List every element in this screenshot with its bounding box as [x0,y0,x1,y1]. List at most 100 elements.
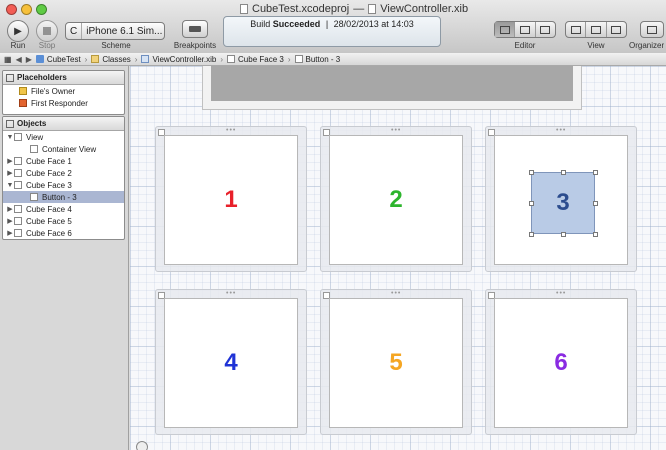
resize-knob[interactable] [561,232,566,237]
cube-face-content[interactable]: 6 [494,298,628,428]
objects-title: Objects [17,119,47,128]
placeholders-header: Placeholders [3,71,124,85]
run-button[interactable]: ▶ [7,20,29,42]
view-segmented-control[interactable] [565,21,627,38]
cube-face-content[interactable]: 1 [164,135,298,265]
outline-item[interactable]: ▼ Cube Face 3 [3,179,124,191]
cube-face-1[interactable]: ••• 1 [155,126,307,272]
resize-knob[interactable] [593,201,598,206]
jumpbar-crumb-group[interactable]: Classes [91,55,131,64]
view-object-icon [14,157,22,165]
canvas-zoom-icon[interactable] [136,441,148,450]
outline-item[interactable]: ▶ Cube Face 5 [3,215,124,227]
resize-knob[interactable] [529,232,534,237]
breakpoint-icon [189,26,201,32]
editor-segmented-control[interactable] [494,21,556,38]
outline-item[interactable]: ▶ Cube Face 2 [3,167,124,179]
outline-item[interactable]: ▶ Cube Face 6 [3,227,124,239]
placeholder-files-owner[interactable]: File's Owner [3,85,124,97]
stop-label: Stop [38,41,56,50]
files-owner-icon [19,87,27,95]
editor-label: Editor [514,41,536,50]
face-number-label: 2 [389,186,403,213]
project-icon [35,55,44,63]
resize-knob[interactable] [529,201,534,206]
build-timestamp: 28/02/2013 at 14:03 [333,19,414,29]
placeholder-first-responder[interactable]: First Responder [3,97,124,109]
disclosure-triangle-icon[interactable]: ▼ [6,182,14,189]
organizer-segment[interactable] [641,22,663,37]
outline-item[interactable]: ▶ Cube Face 4 [3,203,124,215]
outline-item[interactable]: ▼ View [3,131,124,143]
forward-arrow-icon[interactable]: ▶ [26,55,32,64]
container-view[interactable] [202,66,582,110]
resize-knob[interactable] [593,170,598,175]
disclosure-triangle-icon[interactable]: ▶ [6,229,14,237]
outline-item[interactable]: Container View [3,143,124,155]
cube-face-content[interactable]: 3 [494,135,628,265]
jumpbar-crumb-view[interactable]: Cube Face 3 [227,55,284,64]
jumpbar-crumb-file[interactable]: ViewController.xib [141,55,216,64]
close-window-icon[interactable] [6,4,17,15]
breakpoints-button[interactable] [182,20,208,38]
view-object-icon [14,181,22,189]
view-label: View [587,41,605,50]
outline-item-label: View [26,132,44,142]
cube-face-content[interactable]: 4 [164,298,298,428]
disclosure-triangle-icon[interactable]: ▶ [6,157,14,165]
cube-face-2[interactable]: ••• 2 [320,126,472,272]
chevron-right-icon: › [84,54,88,64]
cube-face-content[interactable]: 2 [329,135,463,265]
resize-grip-icon[interactable]: ••• [391,127,401,134]
face-number-label: 5 [389,349,403,376]
cube-face-4[interactable]: ••• 4 [155,289,307,435]
back-arrow-icon[interactable]: ◀ [16,55,22,64]
cube-face-5[interactable]: ••• 5 [320,289,472,435]
stop-button[interactable] [36,20,58,42]
organizer-button[interactable] [640,21,664,38]
selected-button-3[interactable]: 3 [529,170,598,237]
resize-knob[interactable] [561,170,566,175]
minimize-window-icon[interactable] [21,4,32,15]
scheme-popup[interactable]: C iPhone 6.1 Sim... [65,22,165,40]
scheme-device[interactable]: iPhone 6.1 Sim... [82,26,164,37]
resize-grip-icon[interactable]: ••• [556,127,566,134]
cube-face-6[interactable]: ••• 6 [485,289,637,435]
jumpbar-view-label: Cube Face 3 [238,54,284,64]
zoom-window-icon[interactable] [36,4,47,15]
outline-item-label: Cube Face 6 [26,228,72,238]
debug-toggle-segment[interactable] [586,22,607,37]
view-object-icon [14,205,22,213]
resize-grip-icon[interactable]: ••• [226,127,236,134]
disclosure-triangle-icon[interactable]: ▶ [6,169,14,177]
view-object-icon [14,217,22,225]
outline-item[interactable]: ▶ Cube Face 1 [3,155,124,167]
jumpbar-crumb-button[interactable]: Button - 3 [294,55,340,64]
resize-grip-icon[interactable]: ••• [556,290,566,297]
standard-editor-segment[interactable] [495,22,516,37]
cube-face-3[interactable]: ••• 3 [485,126,637,272]
disclosure-triangle-icon[interactable]: ▶ [6,205,14,213]
interface-builder-canvas[interactable]: ••• 1 ••• 2 ••• 3 ••• 4 ••• 5 ••• 6 [130,66,666,450]
version-editor-icon [540,25,551,34]
disclosure-triangle-icon[interactable]: ▼ [6,134,14,141]
version-editor-segment[interactable] [536,22,555,37]
jumpbar-crumb-project[interactable]: CubeTest [35,55,81,64]
placeholders-title: Placeholders [17,73,67,82]
navigator-toggle-segment[interactable] [566,22,587,37]
resize-grip-icon[interactable]: ••• [226,290,236,297]
resize-knob[interactable] [529,170,534,175]
run-label: Run [10,41,26,50]
utilities-toggle-segment[interactable] [607,22,626,37]
related-files-icon[interactable]: ▦ [4,55,12,64]
resize-grip-icon[interactable]: ••• [391,290,401,297]
resize-knob[interactable] [593,232,598,237]
outline-item[interactable]: Button - 3 [3,191,124,203]
cube-icon [6,119,14,128]
assistant-editor-segment[interactable] [515,22,536,37]
build-prefix: Build [250,19,273,29]
outline-item-label: Cube Face 3 [26,180,72,190]
scheme-target[interactable]: C [66,23,83,39]
cube-face-content[interactable]: 5 [329,298,463,428]
disclosure-triangle-icon[interactable]: ▶ [6,217,14,225]
